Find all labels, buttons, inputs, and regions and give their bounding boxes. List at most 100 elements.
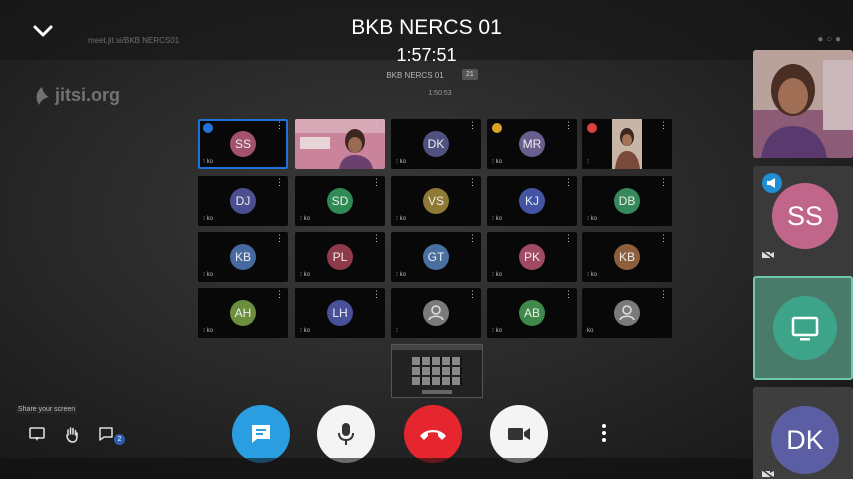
tile-status-text: ⁝ ko bbox=[587, 216, 597, 222]
monitor-icon bbox=[791, 316, 819, 341]
participant-tile[interactable]: ⋮ bbox=[295, 119, 385, 169]
tile-menu-icon[interactable]: ⋮ bbox=[468, 290, 477, 299]
more-options-button[interactable] bbox=[594, 418, 614, 448]
preview-row bbox=[412, 357, 462, 365]
tile-menu-icon[interactable]: ⋮ bbox=[468, 178, 477, 187]
participant-avatar: KB bbox=[614, 244, 640, 270]
preview-row bbox=[412, 367, 462, 375]
microphone-button[interactable] bbox=[317, 405, 375, 463]
tile-menu-icon[interactable]: ⋮ bbox=[275, 234, 284, 243]
meeting-header: BKB NERCS 01 1:57:51 bbox=[0, 0, 853, 70]
participant-avatar: PK bbox=[519, 244, 545, 270]
participant-tile[interactable]: ⋮ ⁝ bbox=[391, 288, 481, 338]
tile-menu-icon[interactable]: ⋮ bbox=[468, 234, 477, 243]
participant-avatar: SS bbox=[230, 131, 256, 157]
tile-status-text: ⁝ ko bbox=[587, 272, 597, 278]
participant-tile[interactable]: SS ⋮ ⁝ ko bbox=[198, 119, 288, 169]
more-dot bbox=[602, 431, 606, 435]
participant-tile[interactable]: PK ⋮ ⁝ ko bbox=[487, 232, 577, 282]
participant-avatar bbox=[614, 300, 640, 326]
participant-tile[interactable]: AB ⋮ ⁝ ko bbox=[487, 288, 577, 338]
tile-status-text: ⁝ ko bbox=[492, 216, 502, 222]
tile-menu-icon[interactable]: ⋮ bbox=[372, 290, 381, 299]
camera-off-icon bbox=[761, 250, 775, 260]
participant-avatar: KJ bbox=[519, 188, 545, 214]
tile-menu-icon[interactable]: ⋮ bbox=[372, 178, 381, 187]
tile-menu-icon[interactable]: ⋮ bbox=[564, 290, 573, 299]
tile-menu-icon[interactable]: ⋮ bbox=[275, 290, 284, 299]
tile-status-text: ⁝ ko bbox=[203, 216, 213, 222]
chat-small-icon[interactable] bbox=[97, 425, 115, 443]
tile-status-text: ⁝ ko bbox=[203, 159, 213, 165]
megaphone-icon bbox=[762, 173, 782, 193]
participant-avatar: LH bbox=[327, 300, 353, 326]
tile-status-text: ⁝ ko bbox=[492, 159, 502, 165]
tile-status-text: ⁝ ko bbox=[492, 328, 502, 334]
hangup-icon bbox=[420, 430, 446, 440]
tile-status-text: ⁝ ko bbox=[203, 328, 213, 334]
local-video-frame bbox=[753, 50, 853, 158]
participant-tile[interactable]: ⋮ ⁝ bbox=[582, 119, 672, 169]
participant-tile[interactable]: SD ⋮ ⁝ ko bbox=[295, 176, 385, 226]
participant-status-icon bbox=[587, 123, 597, 133]
participant-avatar: DJ bbox=[230, 188, 256, 214]
tile-menu-icon[interactable]: ⋮ bbox=[275, 121, 284, 130]
participant-avatar: SD bbox=[327, 188, 353, 214]
tile-status-text: ⁝ ko bbox=[396, 159, 406, 165]
participant-tile[interactable]: DB ⋮ ⁝ ko bbox=[582, 176, 672, 226]
participant-tile[interactable]: ⋮ ko bbox=[582, 288, 672, 338]
participant-tile[interactable]: KB ⋮ ⁝ ko bbox=[582, 232, 672, 282]
camera-button[interactable] bbox=[490, 405, 548, 463]
participant-tile[interactable]: VS ⋮ ⁝ ko bbox=[391, 176, 481, 226]
tile-menu-icon[interactable]: ⋮ bbox=[659, 121, 668, 130]
chat-icon bbox=[252, 425, 270, 443]
tile-menu-icon[interactable]: ⋮ bbox=[564, 234, 573, 243]
preview-title-bar bbox=[392, 345, 482, 350]
participant-tile[interactable]: MR ⋮ ⁝ ko bbox=[487, 119, 577, 169]
chat-count-badge: 2 bbox=[114, 434, 125, 445]
tile-menu-icon[interactable]: ⋮ bbox=[468, 121, 477, 130]
filmstrip-screen-share-avatar bbox=[773, 296, 837, 360]
chat-button[interactable] bbox=[232, 405, 290, 463]
raise-hand-icon[interactable] bbox=[63, 425, 81, 443]
participant-avatar: KB bbox=[230, 244, 256, 270]
call-duration: 1:57:51 bbox=[396, 45, 457, 65]
tile-menu-icon[interactable]: ⋮ bbox=[372, 121, 381, 130]
participant-tile[interactable]: KB ⋮ ⁝ ko bbox=[198, 232, 288, 282]
participant-avatar: GT bbox=[423, 244, 449, 270]
tile-status-text: ⁝ ko bbox=[492, 272, 502, 278]
hangup-button[interactable] bbox=[404, 405, 462, 463]
tile-status-text: ko bbox=[587, 328, 594, 334]
screen-share-preview[interactable] bbox=[391, 344, 483, 398]
tile-menu-icon[interactable]: ⋮ bbox=[659, 290, 668, 299]
tile-status-text: ⁝ bbox=[587, 159, 589, 165]
tile-menu-icon[interactable]: ⋮ bbox=[564, 178, 573, 187]
camera-icon bbox=[508, 428, 530, 440]
participant-grid: SS ⋮ ⁝ ko ⋮ DK ⋮ ⁝ ko MR ⋮ ⁝ ko ⋮ ⁝ DJ ⋮ ⁝ ko SD ⋮ ⁝ ko VS… bbox=[198, 119, 674, 341]
tile-status-text: ⁝ ko bbox=[396, 272, 406, 278]
participant-status-icon bbox=[492, 123, 502, 133]
tile-menu-icon[interactable]: ⋮ bbox=[564, 121, 573, 130]
participant-avatar: MR bbox=[519, 131, 545, 157]
participant-tile[interactable]: PL ⋮ ⁝ ko bbox=[295, 232, 385, 282]
participant-tile[interactable]: AH ⋮ ⁝ ko bbox=[198, 288, 288, 338]
participant-tile[interactable]: DK ⋮ ⁝ ko bbox=[391, 119, 481, 169]
participant-tile[interactable]: KJ ⋮ ⁝ ko bbox=[487, 176, 577, 226]
preview-footer bbox=[422, 390, 452, 394]
conference-title-small: BKB NERCS 01 bbox=[386, 71, 444, 80]
participant-tile[interactable]: GT ⋮ ⁝ ko bbox=[391, 232, 481, 282]
user-icon bbox=[619, 305, 635, 321]
participant-count-badge: 21 bbox=[462, 69, 478, 80]
preview-row bbox=[412, 377, 462, 385]
participant-tile[interactable]: LH ⋮ ⁝ ko bbox=[295, 288, 385, 338]
tile-menu-icon[interactable]: ⋮ bbox=[659, 234, 668, 243]
participant-tile[interactable]: DJ ⋮ ⁝ ko bbox=[198, 176, 288, 226]
os-taskbar bbox=[0, 458, 853, 479]
tile-menu-icon[interactable]: ⋮ bbox=[275, 178, 284, 187]
tile-menu-icon[interactable]: ⋮ bbox=[659, 178, 668, 187]
tile-status-text: ⁝ ko bbox=[396, 216, 406, 222]
filmstrip-avatar-dk: DK bbox=[771, 406, 839, 474]
filmstrip-local-video[interactable] bbox=[753, 50, 853, 158]
tile-menu-icon[interactable]: ⋮ bbox=[372, 234, 381, 243]
screen-share-icon[interactable] bbox=[28, 425, 46, 443]
